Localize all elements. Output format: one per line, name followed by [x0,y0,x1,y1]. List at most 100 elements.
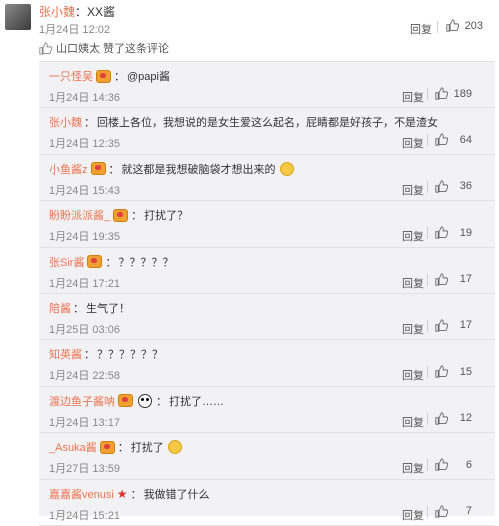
like-button[interactable]: 17 [435,272,472,286]
divider [427,134,428,147]
thumbs-up-icon [435,365,448,378]
reply-button[interactable]: 回复 [402,275,424,291]
reply-text: ？？？？？？ [97,349,163,362]
reply-text: @papi酱 [127,71,170,83]
like-count: 36 [459,180,472,193]
reply-line: 知英酱 ：？？？？？？ [49,346,163,362]
reply-time: 1月24日 12:35 [49,138,120,151]
like-button[interactable]: 7 [435,504,472,518]
top-comment-user[interactable]: 张小魏 [39,5,75,19]
top-comment: 张小魏：XX酱 1月24日 12:02 回复 203 山口姨太 赞了这条评论 [0,0,499,60]
reply-user[interactable]: 张Sir酱 [49,254,84,270]
like-button[interactable]: 17 [435,319,472,332]
reply-user[interactable]: 盼盼派派酱_ [49,207,110,223]
thumbs-up-icon [435,412,448,425]
reply-user[interactable]: _Asuka酱 [49,439,97,455]
thumbs-up-icon [435,458,448,471]
like-count: 17 [459,273,472,286]
avatar[interactable] [5,4,31,30]
thumbs-up-icon [435,226,448,239]
fan-badge-icon [118,394,133,408]
like-count: 15 [459,365,472,378]
reply-time: 1月24日 19:35 [49,231,120,244]
reply-item: 盼盼派派酱_ ：打扰了？ 1月24日 19:35 回复 19 [39,201,495,248]
reply-time: 1月24日 13:17 [49,416,120,429]
reply-user[interactable]: 一只怪吴 [49,68,93,84]
thumbs-up-icon [435,272,448,286]
top-comment-reply-button[interactable]: 回复 [410,21,432,37]
reply-user[interactable]: 张小魏 [49,114,82,130]
fan-badge-icon [90,162,106,176]
like-button[interactable]: 12 [435,412,472,425]
fan-badge-icon [99,440,115,454]
like-button[interactable]: 189 [435,87,472,100]
reply-user[interactable]: 嘉嘉酱venusi [49,486,114,502]
reply-separator: ： [117,442,129,455]
fan-badge-icon [113,208,129,222]
liked-by-line: 山口姨太 赞了这条评论 [39,40,169,56]
top-comment-like-button[interactable]: 203 [446,19,483,32]
divider [427,227,428,240]
reply-button[interactable]: 回复 [402,367,424,383]
reply-text: 就这都是我想破脑袋才想出来的 [121,163,276,176]
reply-button[interactable]: 回复 [402,414,424,430]
like-button[interactable]: 36 [435,180,472,193]
like-button[interactable]: 64 [435,133,472,147]
divider [427,88,428,100]
thumbs-up-icon [435,87,448,100]
divider [427,505,428,518]
top-comment-line: 张小魏：XX酱 [39,3,115,20]
divider [427,319,428,332]
reply-item: 嘉嘉酱venusi ★ ：我做错了什么 1月24日 15:21 回复 7 [39,480,495,526]
reply-user[interactable]: 渡边鱼子酱呐 [49,393,115,409]
reply-button[interactable]: 回复 [402,321,424,337]
like-count: 17 [459,319,472,332]
top-comment-time: 1月24日 12:02 [39,24,110,36]
reply-text: ？？？？？ [118,256,174,269]
reply-text: 打扰了 [130,442,164,455]
reply-text: 回楼上各位，我想说的是女生爱这么起名，屁睛都是好孩子，不是渣女 [97,117,438,130]
reply-user[interactable]: 陪酱 [49,300,71,316]
reply-item: 张小魏 ：回楼上各位，我想说的是女生爱这么起名，屁睛都是好孩子，不是渣女 1月2… [39,108,495,155]
divider [427,366,428,379]
like-button[interactable]: 19 [435,226,472,239]
reply-line: 张小魏 ：回楼上各位，我想说的是女生爱这么起名，屁睛都是好孩子，不是渣女 [49,114,438,130]
reply-separator: ： [131,210,143,223]
reply-line: 渡边鱼子酱呐 ：打扰了…… [49,393,224,409]
emoji-icon [167,440,182,455]
reply-text: 打扰了…… [169,395,224,408]
divider [427,180,428,193]
like-button[interactable]: 6 [435,458,472,471]
reply-text: 打扰了？ [144,210,189,223]
like-count: 19 [459,226,472,239]
like-button[interactable]: 15 [435,365,472,378]
reply-button[interactable]: 回复 [402,89,424,105]
reply-line: 盼盼派派酱_ ：打扰了？ [49,207,188,223]
reply-line: 陪酱 ：生气了！ [49,300,130,316]
reply-button[interactable]: 回复 [402,460,424,476]
reply-time: 1月24日 17:21 [49,277,120,290]
reply-separator: ： [84,117,95,130]
reply-time: 1月25日 03:06 [49,323,120,336]
reply-item: 小鱼酱z ：就这都是我想破脑袋才想出来的 1月24日 15:43 回复 36 [39,155,495,202]
reply-separator: ： [108,163,120,176]
thumbs-up-icon [446,19,459,32]
reply-time: 1月24日 22:58 [49,370,120,383]
reply-item: 知英酱 ：？？？？？？ 1月24日 22:58 回复 15 [39,340,495,387]
reply-time: 1月24日 14:36 [49,92,120,104]
fan-badge-icon [96,69,111,83]
reply-user[interactable]: 知英酱 [49,346,82,362]
top-comment-separator: ： [75,5,88,19]
reply-button[interactable]: 回复 [402,228,424,244]
fan-badge-icon [87,255,103,269]
thumbs-up-icon [435,180,448,193]
reply-line: _Asuka酱 ：打扰了 [49,439,182,455]
reply-separator: ： [130,488,142,501]
reply-button[interactable]: 回复 [402,135,424,151]
reply-item: 陪酱 ：生气了！ 1月25日 03:06 回复 17 [39,294,495,341]
reply-user[interactable]: 小鱼酱z [49,161,88,177]
reply-button[interactable]: 回复 [402,182,424,198]
reply-separator: ： [73,302,84,315]
thumbs-up-icon [435,504,448,518]
reply-separator: ： [156,395,167,408]
